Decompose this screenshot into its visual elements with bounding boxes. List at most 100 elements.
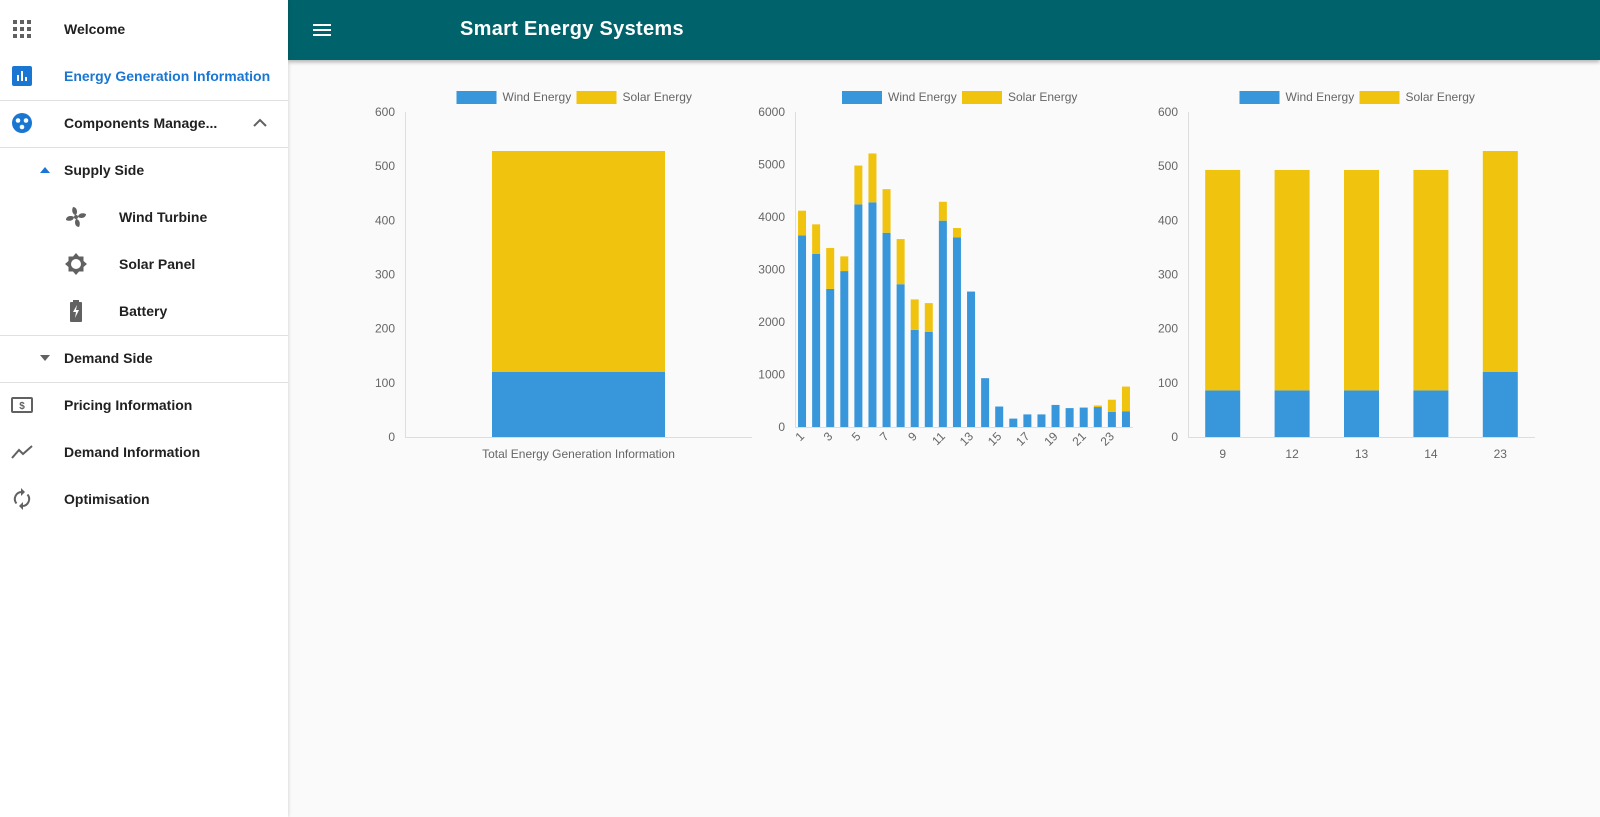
x-tick-label: 12	[1285, 447, 1299, 461]
x-tick-label: 11	[929, 429, 948, 448]
sidebar-item-optimisation[interactable]: Optimisation	[0, 476, 288, 523]
wind-bar	[868, 202, 877, 427]
sidebar-item-wind-turbine[interactable]: Wind Turbine	[0, 194, 288, 241]
wind-bar	[854, 204, 863, 427]
sidebar-item-supply-side[interactable]: Supply Side	[0, 147, 288, 194]
sidebar-item-demand-information[interactable]: Demand Information	[0, 429, 288, 476]
y-tick-label: 1000	[758, 368, 785, 382]
y-tick-label: 6000	[758, 105, 785, 119]
solar-bar	[492, 151, 665, 372]
x-axis-label: Total Energy Generation Information	[482, 447, 675, 461]
sidebar-item-label: Components Manage...	[64, 115, 218, 131]
wind-bar	[938, 220, 947, 427]
y-tick-label: 200	[1158, 322, 1178, 336]
sun-icon	[64, 252, 88, 276]
solar-bar	[882, 189, 891, 233]
wind-bar	[1037, 414, 1046, 427]
legend-label: Wind Energy	[503, 90, 572, 104]
wind-bar	[1205, 390, 1241, 437]
chart-svg: Wind Energy Solar Energy 0 100 200 300 400 500 6…	[375, 90, 752, 461]
legend-swatch	[456, 91, 497, 104]
solar-bar	[1413, 169, 1449, 391]
wind-bar	[1093, 407, 1102, 427]
refresh-icon	[10, 487, 34, 511]
y-tick-label: 2000	[758, 315, 785, 329]
solar-bar	[798, 210, 807, 236]
legend-label: Wind Energy	[888, 90, 957, 104]
solar-bar	[854, 165, 863, 205]
legend-swatch	[962, 91, 1002, 104]
wind-bar	[924, 331, 933, 427]
y-tick-label: 400	[1158, 213, 1178, 227]
sidebar-item-pricing-information[interactable]: $ Pricing Information	[0, 382, 288, 429]
sidebar-item-label: Demand Side	[64, 350, 153, 366]
trend-line-icon	[10, 440, 34, 464]
chevron-up-icon[interactable]	[248, 111, 272, 135]
wind-bar	[882, 232, 891, 427]
solar-bar	[1482, 151, 1518, 372]
y-tick-label: 100	[1158, 376, 1178, 390]
wind-bar	[1079, 407, 1088, 427]
hourly-energy-chart: Wind Energy Solar Energy 0 1000 2000 3000 4000…	[752, 86, 1152, 486]
sidebar-item-components-management[interactable]: Components Manage...	[0, 100, 288, 147]
solar-bar	[1205, 169, 1241, 391]
total-energy-chart: Wind Energy Solar Energy 0 100 200 300 400 500 6…	[360, 86, 760, 486]
y-tick-label: 400	[375, 213, 395, 227]
solar-bar	[1274, 169, 1310, 391]
wind-bar	[995, 406, 1004, 427]
sidebar-item-demand-side[interactable]: Demand Side	[0, 335, 288, 382]
x-tick-label: 3	[821, 429, 836, 444]
wind-bar	[1482, 372, 1518, 437]
y-tick-label: 600	[375, 105, 395, 119]
wind-bar	[1009, 418, 1018, 427]
y-tick-label: 500	[375, 159, 395, 173]
money-icon: $	[10, 393, 34, 417]
sidebar-item-energy-generation[interactable]: Energy Generation Information	[0, 53, 288, 100]
x-tick-label: 9	[1219, 447, 1226, 461]
app-title: Smart Energy Systems	[460, 18, 684, 40]
sidebar-item-battery[interactable]: Battery	[0, 288, 288, 335]
x-tick-label: 9	[905, 429, 920, 444]
x-tick-label: 15	[985, 429, 1005, 449]
x-tick-label: 7	[877, 429, 892, 444]
sidebar-item-label: Battery	[119, 303, 168, 319]
legend-swatch	[576, 91, 617, 104]
wind-bar	[1051, 404, 1060, 427]
x-tick-label: 19	[1041, 429, 1061, 449]
solar-bar	[812, 224, 821, 254]
wind-bar	[826, 288, 835, 427]
wind-bar	[896, 284, 905, 427]
y-tick-label: 0	[1171, 430, 1178, 444]
x-tick-label: 17	[1013, 429, 1033, 449]
wind-bar	[798, 235, 807, 427]
wind-bar	[1107, 411, 1116, 427]
legend-swatch	[1239, 91, 1280, 104]
svg-text:$: $	[19, 401, 25, 412]
sidebar-item-solar-panel[interactable]: Solar Panel	[0, 241, 288, 288]
legend-label: Wind Energy	[1286, 90, 1355, 104]
menu-icon[interactable]	[308, 16, 336, 44]
wind-bar	[910, 329, 919, 427]
solar-bar	[826, 247, 835, 289]
sidebar-item-label: Supply Side	[64, 162, 145, 178]
x-tick-label: 21	[1069, 429, 1089, 449]
components-icon	[10, 111, 34, 135]
apps-grid-icon	[10, 17, 34, 41]
solar-bar	[952, 228, 961, 238]
sidebar-item-label: Optimisation	[64, 491, 150, 507]
y-tick-label: 100	[375, 376, 395, 390]
sidebar-item-label: Energy Generation Information	[64, 68, 271, 84]
solar-bar	[938, 201, 947, 221]
y-tick-label: 3000	[758, 263, 785, 277]
caret-up-icon	[33, 158, 57, 182]
sidebar-item-welcome[interactable]: Welcome	[0, 6, 288, 53]
solar-bar	[1107, 399, 1116, 412]
x-tick-label: 5	[849, 429, 864, 444]
battery-icon	[64, 299, 88, 323]
y-tick-label: 300	[375, 268, 395, 282]
solar-bar	[1093, 405, 1102, 408]
wind-bar	[812, 253, 821, 427]
caret-down-icon	[33, 346, 57, 370]
legend-swatch	[842, 91, 882, 104]
wind-bar	[1413, 390, 1449, 437]
